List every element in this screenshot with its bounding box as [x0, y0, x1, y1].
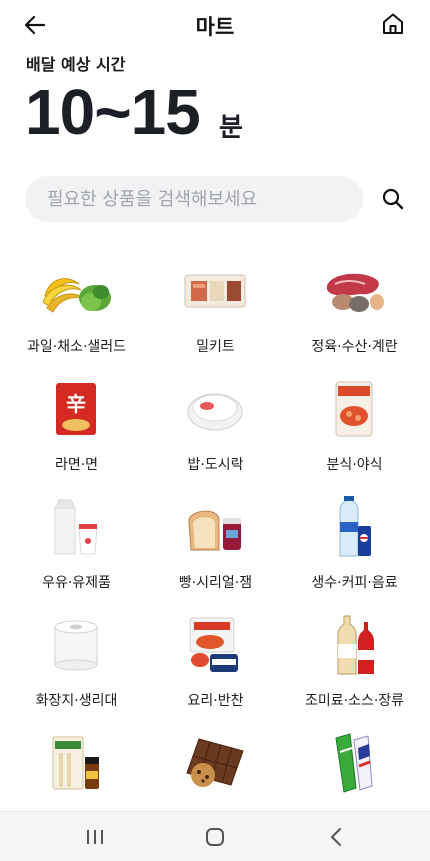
page-title: 마트 — [195, 15, 235, 39]
category-label: 밥·도시락 — [187, 457, 244, 473]
chocolate-cookie-icon — [175, 730, 255, 796]
category-snacks[interactable] — [144, 722, 287, 810]
snack-food-icon — [314, 376, 394, 442]
category-ramen[interactable]: 辛 라면·면 — [5, 368, 148, 486]
category-fruit-vegetable[interactable]: 과일·채소·샐러드 — [5, 250, 148, 368]
delivery-time-unit: 분 — [219, 113, 243, 143]
system-nav-bar — [0, 811, 430, 861]
drinks-icon — [314, 494, 394, 560]
category-label: 분식·야식 — [326, 457, 383, 473]
ramen-icon: 辛 — [36, 376, 116, 442]
toilet-paper-icon — [36, 612, 116, 678]
ice-cream-icon — [314, 730, 394, 796]
category-label: 생수·커피·음료 — [311, 575, 398, 591]
meal-kit-icon — [175, 258, 255, 324]
category-label: 요리·반찬 — [187, 693, 244, 709]
category-toilet-paper[interactable]: 화장지·생리대 — [5, 604, 148, 722]
category-sauce[interactable]: 조미료·소스·장류 — [283, 604, 426, 722]
category-drinks[interactable]: 생수·커피·음료 — [283, 486, 426, 604]
bread-icon — [175, 494, 255, 560]
category-label: 라면·면 — [54, 457, 99, 473]
home-icon — [383, 13, 403, 34]
home-button[interactable] — [378, 9, 408, 39]
sauce-icon — [314, 612, 394, 678]
side-dish-icon — [175, 612, 255, 678]
category-label: 정육·수산·계란 — [311, 339, 398, 355]
category-health[interactable] — [5, 722, 148, 810]
category-label: 빵·시리얼·잼 — [178, 575, 253, 591]
search-input[interactable] — [47, 176, 347, 222]
search-button[interactable] — [378, 184, 408, 214]
recent-apps-button[interactable] — [75, 822, 115, 852]
meat-seafood-icon — [314, 258, 394, 324]
search-icon — [382, 188, 404, 210]
category-bread[interactable]: 빵·시리얼·잼 — [144, 486, 287, 604]
category-meal-kit[interactable]: 밀키트 — [144, 250, 287, 368]
top-bar: 마트 — [0, 0, 430, 54]
category-meat-seafood[interactable]: 정육·수산·계란 — [283, 250, 426, 368]
category-label: 과일·채소·샐러드 — [26, 339, 127, 355]
fruit-vegetable-icon — [36, 258, 116, 324]
delivery-time-value: 10~15 — [25, 76, 201, 148]
category-ice-cream[interactable] — [283, 722, 426, 810]
svg-text:辛: 辛 — [66, 392, 86, 416]
category-label: 조미료·소스·장류 — [304, 693, 405, 709]
category-dairy[interactable]: 우유·유제품 — [5, 486, 148, 604]
chevron-left-icon — [331, 828, 341, 846]
category-snack-food[interactable]: 분식·야식 — [283, 368, 426, 486]
category-rice-lunchbox[interactable]: 밥·도시락 — [144, 368, 287, 486]
recent-apps-icon — [87, 830, 103, 844]
search-bar[interactable] — [25, 176, 363, 222]
category-side-dish[interactable]: 요리·반찬 — [144, 604, 287, 722]
home-nav-icon — [206, 828, 224, 846]
category-label: 밀키트 — [196, 339, 235, 355]
category-grid: 과일·채소·샐러드 밀키트 정육·수산·계란 辛 라면·면 밥·도시락 분식·야… — [0, 250, 430, 810]
back-nav-button[interactable] — [316, 822, 356, 852]
health-supplement-icon — [36, 730, 116, 796]
home-nav-button[interactable] — [195, 822, 235, 852]
rice-bowl-icon — [175, 376, 255, 442]
category-label: 우유·유제품 — [42, 575, 111, 591]
delivery-time-label: 배달 예상 시간 — [26, 55, 126, 74]
milk-icon — [36, 494, 116, 560]
category-label: 화장지·생리대 — [35, 693, 118, 709]
